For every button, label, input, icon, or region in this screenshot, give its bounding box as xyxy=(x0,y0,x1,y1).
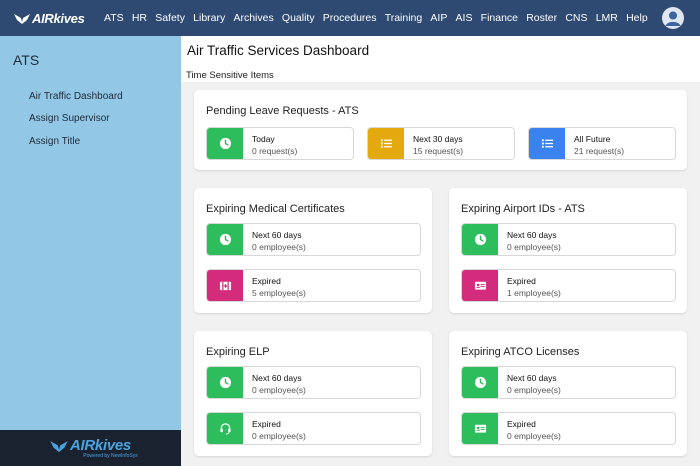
nav-finance[interactable]: Finance xyxy=(481,12,518,24)
sidebar: ATS Air Traffic Dashboard Assign Supervi… xyxy=(0,36,181,466)
nav-roster[interactable]: Roster xyxy=(526,12,557,24)
tile-count: 1 employee(s) xyxy=(507,288,561,298)
nav-library[interactable]: Library xyxy=(193,12,225,24)
clock-icon xyxy=(207,224,243,255)
tile-title: Next 60 days xyxy=(507,230,557,240)
tile-title: Next 60 days xyxy=(252,373,302,383)
nav-safety[interactable]: Safety xyxy=(155,12,185,24)
tile-count: 0 employee(s) xyxy=(507,242,561,252)
nav-hr[interactable]: HR xyxy=(132,12,147,24)
nav-quality[interactable]: Quality xyxy=(282,12,315,24)
medical-certificates-card: Expiring Medical Certificates Next 60 da… xyxy=(194,188,432,313)
user-avatar-icon[interactable] xyxy=(662,7,684,29)
list-icon xyxy=(368,128,404,159)
tile-medical-expired[interactable]: Expired 5 employee(s) xyxy=(206,269,421,302)
clock-icon xyxy=(462,367,498,398)
main-nav: ATS HR Safety Library Archives Quality P… xyxy=(104,12,656,24)
elp-card: Expiring ELP Next 60 days 0 employee(s) … xyxy=(194,331,432,456)
nav-training[interactable]: Training xyxy=(385,12,423,24)
tile-title: Expired xyxy=(252,419,281,429)
sidebar-title: ATS xyxy=(13,52,40,68)
atco-licenses-card: Expiring ATCO Licenses Next 60 days 0 em… xyxy=(449,331,687,456)
tile-title: Next 30 days xyxy=(413,134,463,144)
tile-count: 0 employee(s) xyxy=(507,431,561,441)
sidebar-item-air-traffic-dashboard[interactable]: Air Traffic Dashboard xyxy=(29,91,123,102)
tile-airport-next-60-days[interactable]: Next 60 days 0 employee(s) xyxy=(461,223,676,256)
clock-icon xyxy=(207,367,243,398)
nav-help[interactable]: Help xyxy=(626,12,648,24)
sidebar-footer: AIRkives Powered by NewInfoSys xyxy=(0,430,181,466)
card-title: Expiring Medical Certificates xyxy=(206,203,345,215)
list-icon xyxy=(529,128,565,159)
tile-atco-expired[interactable]: Expired 0 employee(s) xyxy=(461,412,676,445)
wings-icon xyxy=(50,441,68,452)
section-label: Time Sensitive Items xyxy=(186,70,274,81)
tile-count: 0 employee(s) xyxy=(252,242,306,252)
tile-elp-next-60-days[interactable]: Next 60 days 0 employee(s) xyxy=(206,366,421,399)
tile-count: 0 request(s) xyxy=(252,146,298,156)
footer-logo-text: AIRkives xyxy=(70,437,131,454)
card-title: Expiring ATCO Licenses xyxy=(461,346,580,358)
top-navbar: AIRkives ATS HR Safety Library Archives … xyxy=(0,0,700,36)
page-title: Air Traffic Services Dashboard xyxy=(187,43,370,58)
tile-count: 0 employee(s) xyxy=(252,431,306,441)
tile-count: 21 request(s) xyxy=(574,146,625,156)
id-card-icon xyxy=(462,270,498,301)
main-content: Air Traffic Services Dashboard Time Sens… xyxy=(181,36,700,466)
clock-icon xyxy=(207,128,243,159)
pending-leave-card: Pending Leave Requests - ATS Today 0 req… xyxy=(194,90,687,170)
id-card-icon xyxy=(462,413,498,444)
tile-count: 5 employee(s) xyxy=(252,288,306,298)
airkives-logo[interactable]: AIRkives xyxy=(14,11,98,26)
footer-logo: AIRkives xyxy=(50,437,131,454)
tile-title: Expired xyxy=(507,276,536,286)
tile-title: Expired xyxy=(507,419,536,429)
tile-all-future[interactable]: All Future 21 request(s) xyxy=(528,127,676,160)
card-title: Expiring Airport IDs - ATS xyxy=(461,203,585,215)
airport-ids-card: Expiring Airport IDs - ATS Next 60 days … xyxy=(449,188,687,313)
nav-lmr[interactable]: LMR xyxy=(596,12,618,24)
nav-procedures[interactable]: Procedures xyxy=(323,12,377,24)
tile-count: 0 employee(s) xyxy=(507,385,561,395)
footer-powered-by: Powered by NewInfoSys xyxy=(83,453,138,459)
tile-medical-next-60-days[interactable]: Next 60 days 0 employee(s) xyxy=(206,223,421,256)
sidebar-item-assign-supervisor[interactable]: Assign Supervisor xyxy=(29,113,110,124)
tile-title: Expired xyxy=(252,276,281,286)
clock-icon xyxy=(462,224,498,255)
nav-ats[interactable]: ATS xyxy=(104,12,124,24)
dashboard-area: Pending Leave Requests - ATS Today 0 req… xyxy=(181,82,700,466)
headset-icon xyxy=(207,413,243,444)
tile-atco-next-60-days[interactable]: Next 60 days 0 employee(s) xyxy=(461,366,676,399)
tile-title: Next 60 days xyxy=(507,373,557,383)
logo-text: AIRkives xyxy=(32,10,85,26)
card-title: Expiring ELP xyxy=(206,346,270,358)
nav-aip[interactable]: AIP xyxy=(430,12,447,24)
nav-archives[interactable]: Archives xyxy=(233,12,273,24)
tile-title: Next 60 days xyxy=(252,230,302,240)
wings-icon xyxy=(14,14,30,24)
card-title: Pending Leave Requests - ATS xyxy=(206,105,359,117)
tile-elp-expired[interactable]: Expired 0 employee(s) xyxy=(206,412,421,445)
nav-cns[interactable]: CNS xyxy=(565,12,587,24)
tile-today[interactable]: Today 0 request(s) xyxy=(206,127,354,160)
tile-count: 15 request(s) xyxy=(413,146,464,156)
tile-next-30-days[interactable]: Next 30 days 15 request(s) xyxy=(367,127,515,160)
sidebar-item-assign-title[interactable]: Assign Title xyxy=(29,136,80,147)
medical-kit-icon xyxy=(207,270,243,301)
tile-airport-expired[interactable]: Expired 1 employee(s) xyxy=(461,269,676,302)
tile-title: All Future xyxy=(574,134,611,144)
tile-title: Today xyxy=(252,134,275,144)
nav-ais[interactable]: AIS xyxy=(456,12,473,24)
tile-count: 0 employee(s) xyxy=(252,385,306,395)
